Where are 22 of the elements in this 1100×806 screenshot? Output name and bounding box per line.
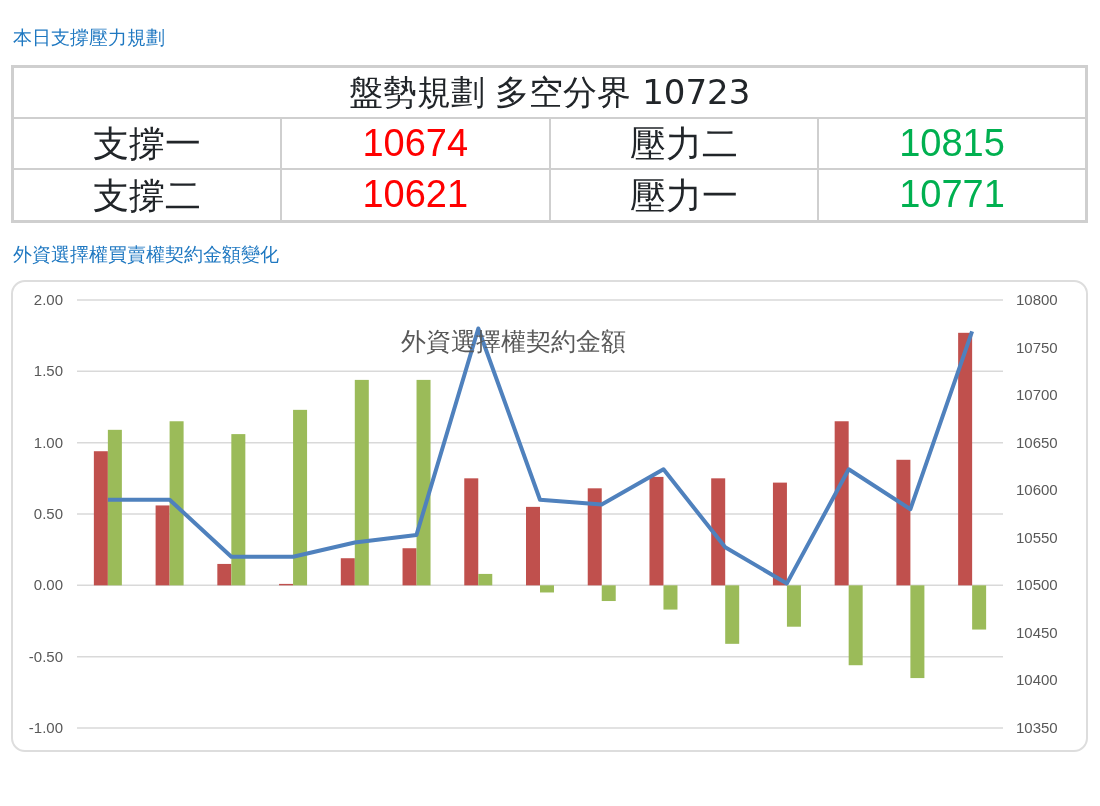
axis-tick-label: -1.00 [28, 719, 63, 736]
label-cell: 支撐一 [12, 117, 281, 170]
label-cell: 壓力二 [549, 117, 818, 170]
axis-tick-label: 10550 [1016, 528, 1058, 546]
axis-tick-label: 10450 [1016, 623, 1058, 641]
value-cell: 10674 [281, 117, 550, 170]
axis-tick-label: -0.50 [28, 647, 63, 665]
axis-tick-label: 0.00 [33, 576, 63, 594]
axis-tick-label: 10800 [1016, 291, 1058, 308]
axis-tick-label: 10600 [1016, 481, 1058, 499]
axis-tick-label: 10350 [1016, 719, 1058, 736]
section-heading: 本日支撐壓力規劃 [13, 28, 166, 47]
axis-tick-label: 2.00 [33, 291, 63, 308]
axis-tick-label: 1.50 [33, 362, 63, 380]
axis-tick-label: 10700 [1016, 386, 1058, 404]
axis-tick-label: 10400 [1016, 671, 1058, 689]
axis-tick-label: 10750 [1016, 338, 1058, 356]
axis-tick-label: 1.00 [33, 433, 63, 451]
axis-tick-label: 0.50 [33, 505, 63, 522]
section-heading: 外資選擇權買賣權契約金額變化 [13, 245, 280, 264]
axis-tick-label: 10500 [1016, 576, 1058, 594]
axis-tick-label: 10650 [1016, 433, 1058, 451]
